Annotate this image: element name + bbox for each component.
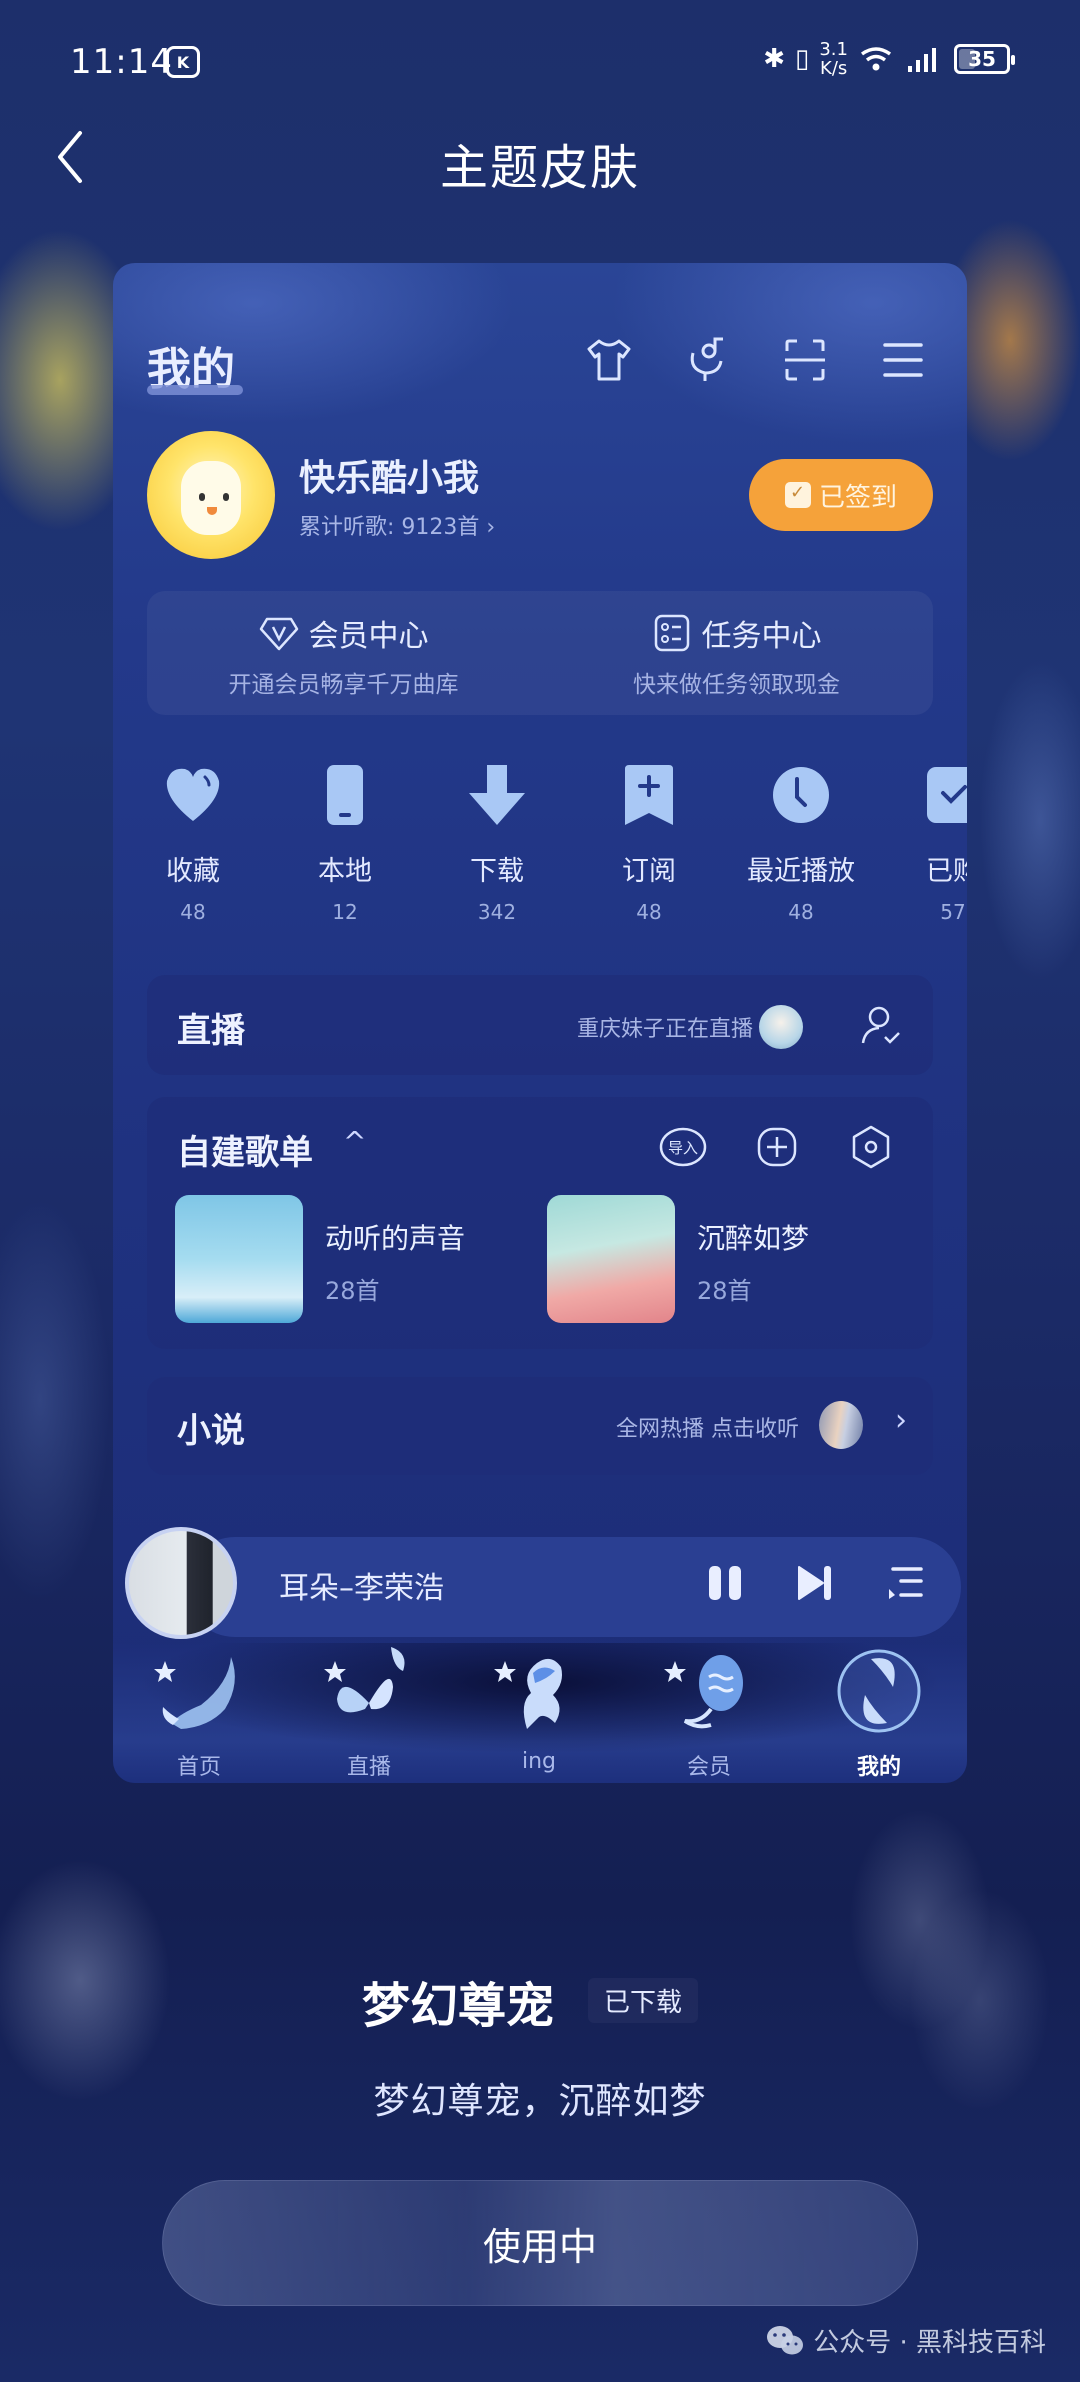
status-bar: 11:14 K ✱ ▯ 3.1 K/s 35 xyxy=(0,0,1080,120)
clock-icon xyxy=(773,767,829,823)
theme-preview: 我的 快乐酷小我 累计听歌: 9123首 › 已签到 xyxy=(113,263,967,1783)
quick-item-download[interactable]: 下载 342 xyxy=(421,763,573,924)
download-status-badge: 已下载 xyxy=(588,1978,699,2023)
novel-cover xyxy=(819,1401,863,1449)
playlists-section: 自建歌单 ^ 导入 动听的声音 28首 沉醉如梦 28首 xyxy=(147,1097,933,1349)
quick-item-recent[interactable]: 最近播放 48 xyxy=(725,763,877,924)
playlist-cover xyxy=(175,1195,303,1323)
now-playing-cover[interactable] xyxy=(125,1527,237,1639)
novel-title: 小说 xyxy=(177,1411,245,1451)
calendar-check-icon xyxy=(784,482,811,508)
scan-icon[interactable] xyxy=(781,335,829,385)
status-time: 11:14 xyxy=(70,42,173,82)
streamer-avatar[interactable] xyxy=(759,1005,803,1049)
mini-player[interactable]: 耳朵–李荣浩 xyxy=(125,1527,961,1639)
task-center-title: 任务中心 xyxy=(701,619,822,654)
now-playing-title: 耳朵–李荣浩 xyxy=(279,1571,444,1606)
listen-stats[interactable]: 累计听歌: 9123首 › xyxy=(299,509,495,541)
theme-name: 梦幻尊宠 xyxy=(362,1978,555,2034)
check-icon xyxy=(927,767,967,823)
vibrate-icon: ▯ xyxy=(795,44,810,74)
cell-signal-icon xyxy=(908,48,936,72)
task-center[interactable]: 任务中心 快来做任务领取现金 xyxy=(540,591,933,715)
user-avatar[interactable] xyxy=(147,431,275,559)
preview-top-icons xyxy=(585,335,927,385)
wechat-icon xyxy=(767,2325,804,2354)
tab-mine[interactable]: 我的 xyxy=(819,1643,939,1781)
status-indicators: ✱ ▯ 3.1 K/s 35 xyxy=(763,39,1015,79)
watermark-text: 公众号 · 黑科技百科 xyxy=(813,2328,1046,2358)
import-button[interactable]: 导入 xyxy=(659,1123,707,1171)
novel-section[interactable]: 小说 全网热播 点击收听 › xyxy=(147,1377,933,1475)
player-controls xyxy=(705,1563,925,1603)
novel-promo-text: 全网热播 点击收听 xyxy=(616,1417,799,1442)
kuwo-app-icon: K xyxy=(166,46,200,78)
tshirt-icon[interactable] xyxy=(585,335,633,385)
heart-icon xyxy=(166,768,220,821)
signin-button[interactable]: 已签到 xyxy=(749,459,933,531)
playlist-item[interactable]: 沉醉如梦 28首 xyxy=(547,1195,809,1323)
tab-live[interactable]: 直播 xyxy=(309,1643,429,1781)
playlist-cover xyxy=(547,1195,675,1323)
menu-icon[interactable] xyxy=(879,335,927,385)
mic-music-icon[interactable] xyxy=(683,335,731,385)
member-task-row: 会员中心 开通会员畅享千万曲库 任务中心 快来做任务领取现金 xyxy=(147,591,933,715)
page-title: 主题皮肤 xyxy=(439,140,640,196)
add-playlist-icon[interactable] xyxy=(753,1123,801,1171)
title-underline xyxy=(147,385,243,395)
member-center-title: 会员中心 xyxy=(308,619,429,654)
quick-item-subscribe[interactable]: 订阅 48 xyxy=(573,763,725,924)
tab-home[interactable]: 首页 xyxy=(139,1643,259,1781)
tab-bar: 首页 直播 ing 会员 我的 xyxy=(113,1643,967,1783)
quick-item-local[interactable]: 本地 12 xyxy=(269,763,421,924)
member-center[interactable]: 会员中心 开通会员畅享千万曲库 xyxy=(147,591,540,715)
live-title: 直播 xyxy=(177,1011,245,1051)
playlist-actions: 导入 xyxy=(659,1123,895,1171)
pisces-icon xyxy=(837,1649,921,1733)
watermark: 公众号 · 黑科技百科 xyxy=(765,2322,1046,2359)
avatar-eye xyxy=(199,493,205,501)
live-section[interactable]: 直播 重庆妹子正在直播 xyxy=(147,975,933,1075)
live-status-text: 重庆妹子正在直播 xyxy=(576,1017,753,1042)
bluetooth-icon: ✱ xyxy=(763,44,786,74)
collapse-caret-icon[interactable]: ^ xyxy=(343,1125,366,1158)
playlist-item[interactable]: 动听的声音 28首 xyxy=(175,1195,465,1323)
unicorn-icon xyxy=(494,1658,562,1729)
avatar-eye xyxy=(223,493,229,501)
in-use-button[interactable]: 使用中 xyxy=(162,2180,918,2306)
chevron-right-icon: › xyxy=(895,1403,907,1438)
playlists-title: 自建歌单 xyxy=(177,1133,313,1173)
next-track-button[interactable] xyxy=(795,1563,835,1603)
quick-item-favorites[interactable]: 收藏 48 xyxy=(117,763,269,924)
import-label: 导入 xyxy=(668,1139,698,1157)
battery-indicator: 35 xyxy=(954,44,1015,74)
task-list-icon xyxy=(654,614,689,652)
task-center-subtitle: 快来做任务领取现金 xyxy=(633,672,840,698)
member-center-subtitle: 开通会员畅享千万曲库 xyxy=(228,672,459,698)
quick-item-purchased[interactable]: 已购 57 xyxy=(877,763,967,924)
user-name[interactable]: 快乐酷小我 xyxy=(299,449,479,501)
download-icon xyxy=(469,765,525,825)
signin-label: 已签到 xyxy=(818,482,897,513)
whale-icon xyxy=(154,1657,235,1729)
follow-user-icon[interactable] xyxy=(859,1003,903,1047)
avatar-face xyxy=(181,461,241,535)
playlist-settings-icon[interactable] xyxy=(847,1123,895,1171)
playlist-queue-button[interactable] xyxy=(885,1563,925,1603)
phone-icon xyxy=(327,765,363,825)
wifi-icon xyxy=(860,47,892,71)
subscribe-bookmark-icon xyxy=(625,765,673,825)
quick-access-row: 收藏 48 本地 12 下载 342 订阅 48 最近播放 48 已购 57 xyxy=(113,763,967,924)
network-speed: 3.1 K/s xyxy=(819,39,848,79)
butterfly-icon xyxy=(324,1647,405,1713)
vip-diamond-icon xyxy=(259,617,298,651)
tab-member[interactable]: 会员 xyxy=(649,1643,769,1781)
aquarius-icon xyxy=(664,1655,743,1729)
theme-description: 梦幻尊宠，沉醉如梦 xyxy=(373,2081,707,2122)
pause-button[interactable] xyxy=(705,1563,745,1603)
tab-ing[interactable]: ing xyxy=(479,1643,599,1774)
